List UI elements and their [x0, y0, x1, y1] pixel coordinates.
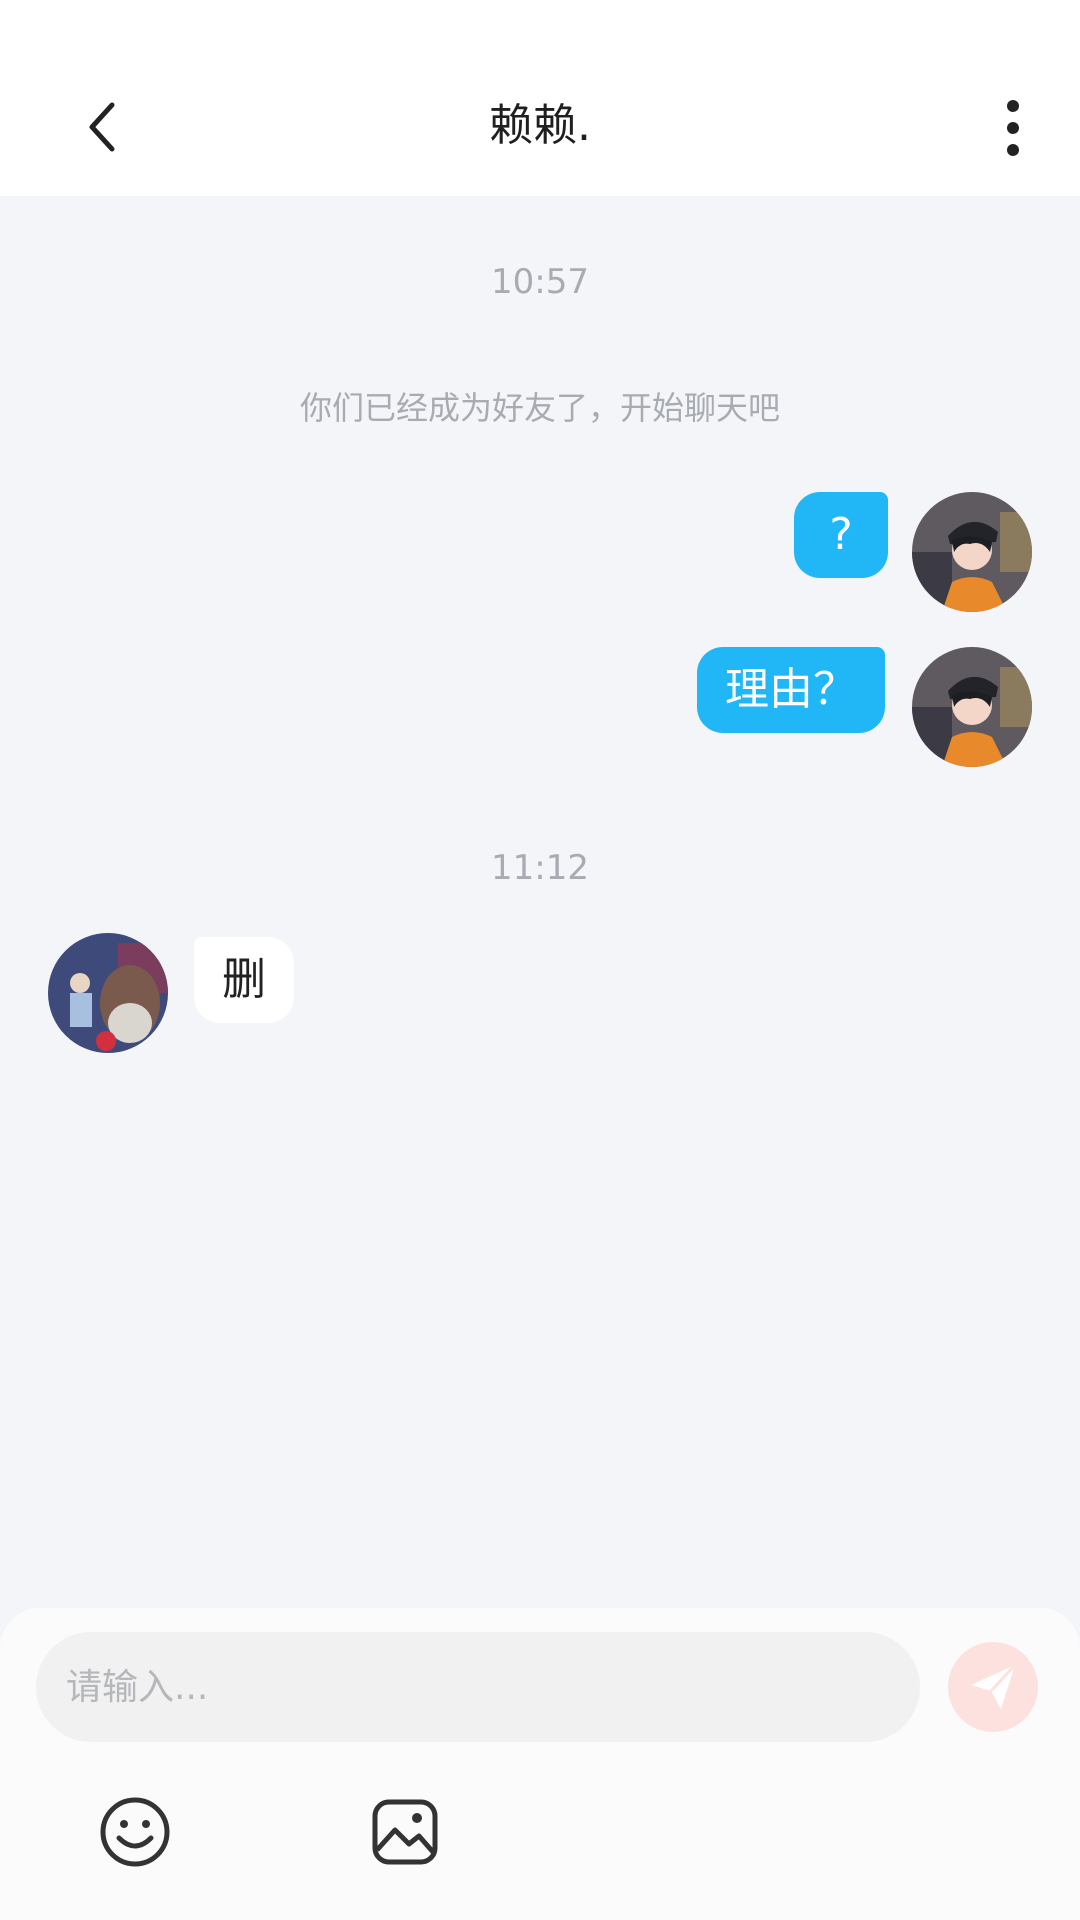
- timestamp: 11:12: [491, 848, 589, 888]
- system-message: 你们已经成为好友了，开始聊天吧: [299, 389, 780, 427]
- message-input-wrapper[interactable]: [36, 1632, 920, 1742]
- message-bubble-received[interactable]: 删: [194, 937, 294, 1023]
- more-options-button[interactable]: [988, 96, 1038, 160]
- composer-panel: [0, 1608, 1080, 1920]
- send-button[interactable]: [948, 1642, 1038, 1732]
- avatar[interactable]: [912, 492, 1032, 612]
- header-bar: 赖赖.: [0, 0, 1080, 196]
- timestamp: 10:57: [491, 262, 589, 302]
- contact-avatar-image: [48, 933, 168, 1053]
- send-icon: [971, 1663, 1017, 1709]
- user-avatar-image: [912, 492, 1032, 612]
- message-bubble-sent[interactable]: 理由？: [697, 647, 885, 733]
- message-bubble-sent[interactable]: ?: [794, 492, 888, 578]
- contact-avatar[interactable]: [48, 933, 168, 1053]
- image-button[interactable]: [365, 1792, 445, 1872]
- more-vertical-icon: [1007, 100, 1019, 156]
- image-icon: [372, 1799, 438, 1865]
- page-title: 赖赖.: [489, 100, 591, 151]
- message-input[interactable]: [64, 1665, 892, 1709]
- user-avatar-image: [912, 647, 1032, 767]
- avatar[interactable]: [912, 647, 1032, 767]
- emoji-button[interactable]: [95, 1792, 175, 1872]
- emoji-icon: [100, 1797, 170, 1867]
